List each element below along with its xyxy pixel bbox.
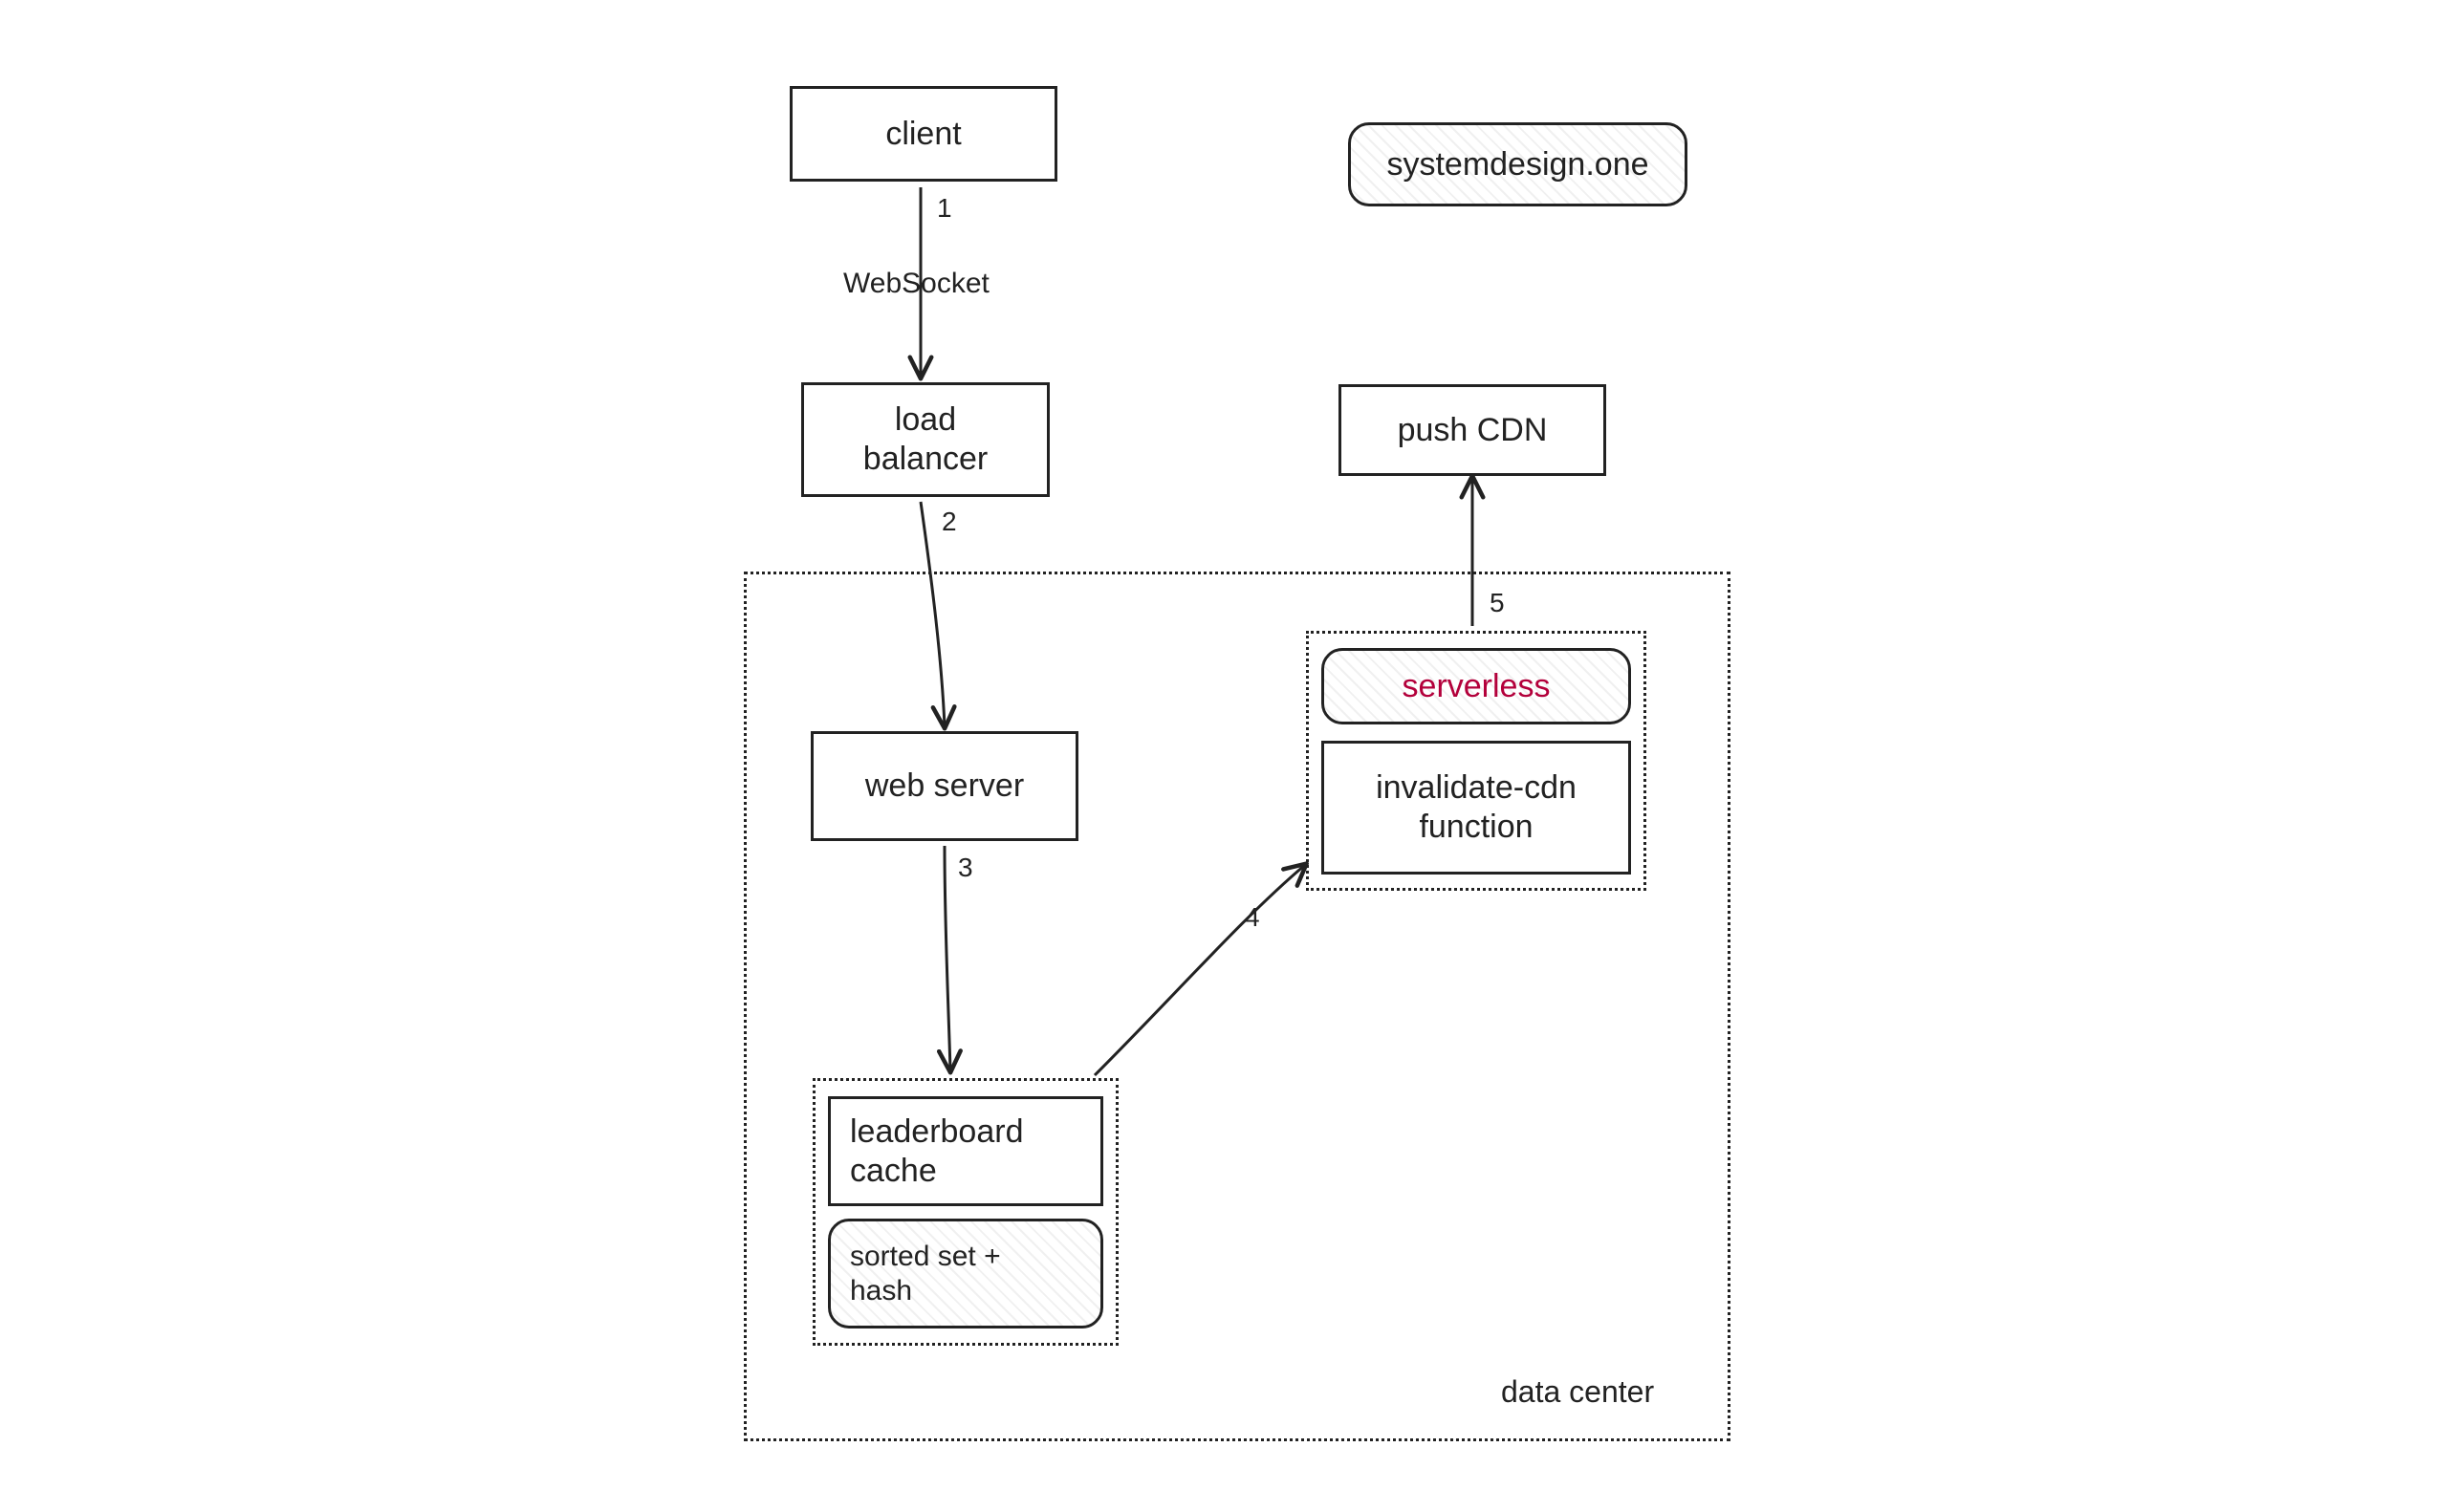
edge-1-label: WebSocket: [843, 268, 990, 300]
diagram-canvas: data center systemdesign.one client load…: [0, 0, 2437, 1512]
web-server-node: web server: [811, 731, 1078, 841]
sorted-set-hash-node: sorted set + hash: [828, 1219, 1103, 1328]
edge-1-num: 1: [937, 193, 952, 224]
leaderboard-cache-label: leaderboard cache: [850, 1112, 1023, 1191]
push-cdn-label: push CDN: [1398, 411, 1548, 450]
invalidate-cdn-function-label: invalidate-cdn function: [1376, 768, 1577, 847]
load-balancer-label: load balancer: [863, 400, 988, 479]
load-balancer-node: load balancer: [801, 382, 1050, 497]
watermark-text: systemdesign.one: [1386, 145, 1648, 184]
serverless-node: serverless: [1321, 648, 1631, 724]
sorted-set-hash-label: sorted set + hash: [850, 1240, 1001, 1308]
edge-2-num: 2: [942, 507, 957, 537]
leaderboard-cache-node: leaderboard cache: [828, 1096, 1103, 1206]
serverless-label: serverless: [1403, 667, 1551, 706]
edge-4-num: 4: [1245, 902, 1260, 933]
edge-5-num: 5: [1490, 588, 1505, 618]
push-cdn-node: push CDN: [1338, 384, 1606, 476]
client-label: client: [885, 115, 961, 154]
data-center-label: data center: [1501, 1374, 1654, 1410]
web-server-label: web server: [865, 767, 1024, 806]
edge-3-num: 3: [958, 853, 973, 883]
invalidate-cdn-function-node: invalidate-cdn function: [1321, 741, 1631, 875]
watermark-brand-box: systemdesign.one: [1348, 122, 1687, 206]
client-node: client: [790, 86, 1057, 182]
